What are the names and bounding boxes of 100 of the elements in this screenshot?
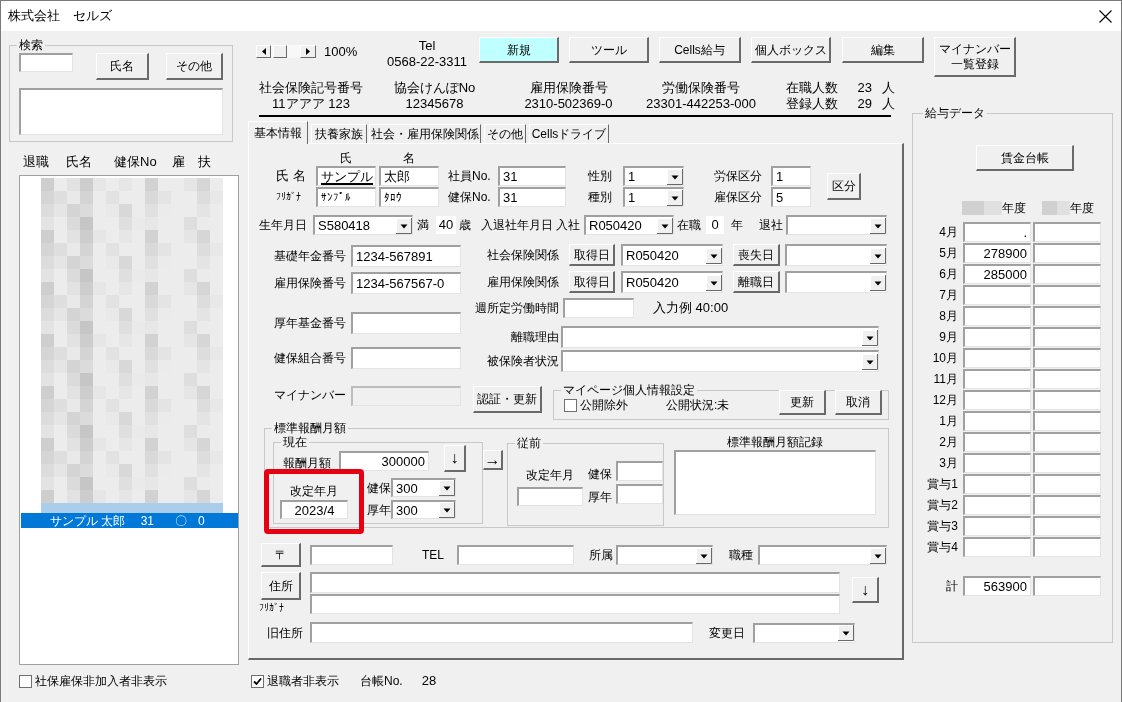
dropdown-caret-icon[interactable] xyxy=(439,480,455,496)
dropdown-caret-icon[interactable] xyxy=(870,217,886,234)
input-field[interactable] xyxy=(1033,369,1101,389)
tab[interactable]: その他 xyxy=(484,124,526,143)
dropdown-field[interactable]: S580418 xyxy=(313,215,413,235)
dropdown-caret-icon[interactable] xyxy=(862,353,878,370)
input-field[interactable] xyxy=(963,537,1031,557)
toolbar-button[interactable]: Cells給与 xyxy=(659,37,741,63)
dropdown-caret-icon[interactable] xyxy=(657,217,673,234)
dropdown-caret-icon[interactable] xyxy=(696,547,712,564)
dropdown-field[interactable]: 1 xyxy=(623,166,684,186)
input-field[interactable] xyxy=(563,298,634,318)
arrow-button[interactable]: ↓ xyxy=(444,445,466,472)
input-field[interactable]: 31 xyxy=(498,166,566,186)
dropdown-field[interactable] xyxy=(786,215,887,235)
input-field[interactable]: ﾀﾛｳ xyxy=(379,187,439,207)
input-field[interactable]: 2023/4 xyxy=(280,500,348,519)
dropdown-caret-icon[interactable] xyxy=(439,502,455,518)
input-field[interactable] xyxy=(1033,432,1101,452)
input-field[interactable] xyxy=(457,545,574,565)
input-field[interactable]: 5 xyxy=(771,187,811,207)
dropdown-field[interactable]: R050420 xyxy=(584,215,674,235)
tab[interactable]: 基本情報 xyxy=(248,121,308,144)
input-field[interactable] xyxy=(1033,537,1101,557)
dropdown-field[interactable] xyxy=(616,545,713,565)
input-field[interactable] xyxy=(963,516,1031,536)
dropdown-caret-icon[interactable] xyxy=(870,247,886,264)
dropdown-caret-icon[interactable] xyxy=(870,274,886,291)
dropdown-field[interactable]: 1 xyxy=(623,187,684,207)
input-field[interactable] xyxy=(351,312,461,334)
dropdown-caret-icon[interactable] xyxy=(862,329,878,346)
input-field[interactable] xyxy=(1033,285,1101,305)
input-field[interactable]: 1234-567567-0 xyxy=(351,272,461,294)
dropdown-field[interactable]: 300 xyxy=(391,478,456,497)
input-field[interactable] xyxy=(963,327,1031,347)
input-field[interactable]: 1 xyxy=(771,166,811,186)
toolbar-button[interactable]: 個人ボックス xyxy=(751,37,831,63)
employee-list[interactable]: サンプル 太郎 31 〇 0 xyxy=(19,175,239,665)
dropdown-field[interactable]: R050420 xyxy=(621,271,723,293)
toolbar-button[interactable]: 新規 xyxy=(479,37,559,63)
scroll-thumb[interactable] xyxy=(273,45,287,58)
date-button[interactable]: 離職日 xyxy=(733,271,780,293)
dropdown-field[interactable] xyxy=(758,545,887,565)
toolbar-button[interactable]: マイナンバー一覧登録 xyxy=(934,37,1016,77)
scroll-left-button[interactable] xyxy=(256,45,271,58)
dropdown-field[interactable]: 300 xyxy=(391,500,456,519)
input-field[interactable] xyxy=(351,347,461,369)
input-field[interactable]: 31 xyxy=(498,187,566,207)
toolbar-button[interactable]: 編集 xyxy=(842,37,924,63)
input-field[interactable]: 285000 xyxy=(963,264,1031,284)
close-icon[interactable] xyxy=(1099,9,1112,23)
input-field[interactable]: 太郎 xyxy=(379,166,439,186)
input-field[interactable] xyxy=(963,495,1031,515)
tab[interactable]: 社会・雇用保険関係 xyxy=(369,124,481,143)
input-field[interactable]: 278900 xyxy=(963,243,1031,263)
auth-update-button[interactable]: 認証・更新 xyxy=(473,386,542,413)
dropdown-field[interactable] xyxy=(561,350,879,372)
results-list[interactable] xyxy=(19,88,223,135)
input-field[interactable] xyxy=(1033,576,1101,596)
input-field[interactable] xyxy=(963,390,1031,410)
input-field[interactable] xyxy=(1033,495,1101,515)
input-field[interactable]: . xyxy=(963,222,1031,242)
input-field[interactable] xyxy=(1033,243,1101,263)
dropdown-field[interactable] xyxy=(753,622,855,643)
date-button[interactable]: 取得日 xyxy=(569,244,615,266)
arrow-button[interactable]: → xyxy=(483,450,503,470)
checkbox[interactable] xyxy=(251,674,264,688)
input-field[interactable] xyxy=(963,348,1031,368)
input-field[interactable] xyxy=(1033,474,1101,494)
input-field[interactable] xyxy=(310,572,840,593)
text-area[interactable] xyxy=(674,450,876,515)
input-field[interactable] xyxy=(963,411,1031,431)
dropdown-caret-icon[interactable] xyxy=(667,168,683,185)
input-field[interactable] xyxy=(963,285,1031,305)
input-field[interactable] xyxy=(1033,222,1101,242)
input-field[interactable] xyxy=(963,306,1031,326)
update-button[interactable]: 更新 xyxy=(779,390,826,415)
cancel-button[interactable]: 取消 xyxy=(835,390,882,415)
search-field[interactable] xyxy=(19,53,73,72)
input-field[interactable] xyxy=(963,369,1031,389)
input-field[interactable] xyxy=(310,622,693,643)
input-field[interactable] xyxy=(616,461,663,481)
input-field[interactable]: 300000 xyxy=(339,451,429,471)
input-field[interactable]: 563900 xyxy=(963,576,1031,596)
ledger-button[interactable]: 賃金台帳 xyxy=(976,145,1074,171)
postal-code-button[interactable]: 〒 xyxy=(261,543,301,567)
input-field[interactable]: 1234-567891 xyxy=(351,245,461,267)
input-field[interactable] xyxy=(1033,264,1101,284)
input-field[interactable] xyxy=(963,453,1031,473)
dropdown-caret-icon[interactable] xyxy=(706,274,722,291)
tab[interactable]: 扶養家族 xyxy=(311,124,367,143)
dropdown-field[interactable] xyxy=(785,244,887,266)
input-field[interactable] xyxy=(616,484,663,504)
dropdown-caret-icon[interactable] xyxy=(870,547,886,564)
input-field[interactable] xyxy=(963,474,1031,494)
search-button[interactable]: 氏名 xyxy=(96,53,149,80)
input-field[interactable] xyxy=(310,594,840,614)
input-field[interactable]: サンプル xyxy=(316,166,376,186)
input-field[interactable] xyxy=(1033,516,1101,536)
dropdown-caret-icon[interactable] xyxy=(838,625,854,641)
